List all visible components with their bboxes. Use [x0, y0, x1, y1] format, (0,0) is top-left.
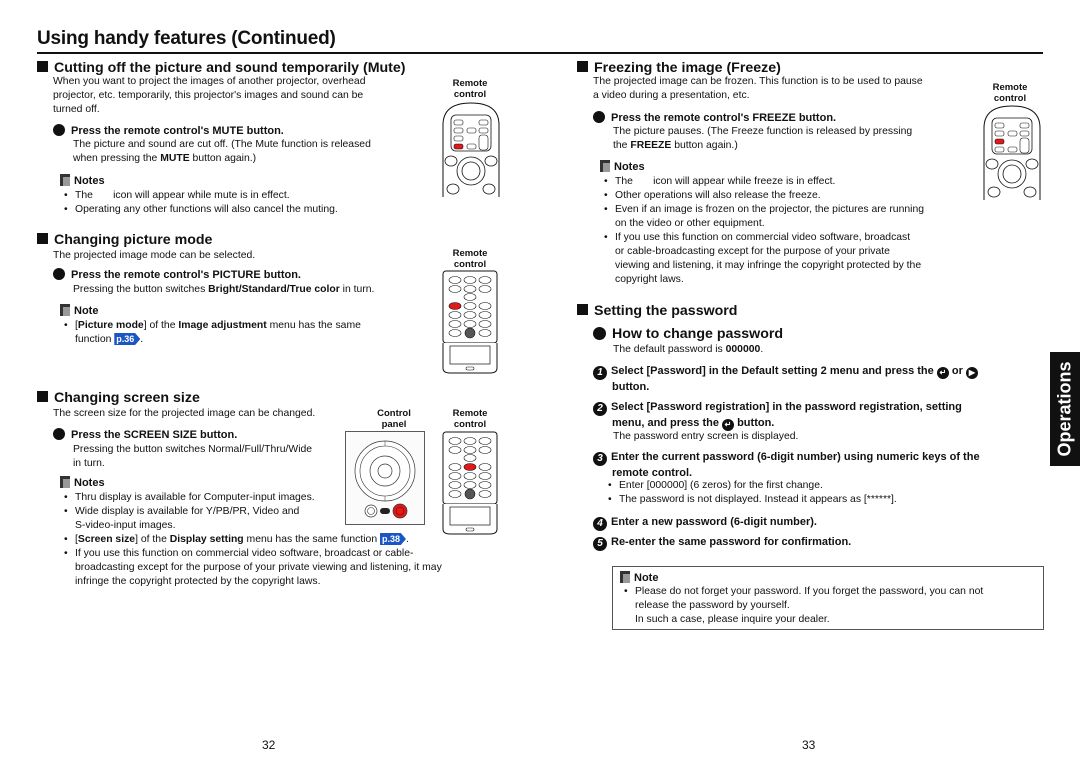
step-number-icon: 3 [593, 452, 607, 466]
notes-icon [600, 160, 610, 172]
section-heading-screen-size: Changing screen size [37, 390, 200, 406]
square-bullet-icon [37, 61, 48, 72]
page-number-right: 33 [802, 738, 816, 752]
page-reference-link[interactable]: p.38 [379, 533, 406, 545]
screen-notes-list: Thru display is available for Computer-i… [62, 491, 352, 533]
remote-control-figure-screen [440, 431, 500, 535]
password-step-4: 4 Enter a new password (6-digit number). [593, 515, 817, 531]
password-step-5: 5 Re-enter the same password for confirma… [593, 535, 851, 551]
list-item: Please do not forget your password. If y… [622, 585, 1042, 627]
list-item: The icon will appear while freeze is in … [602, 175, 972, 189]
picture-step-desc: Pressing the button switches Bright/Stan… [73, 284, 375, 295]
mute-step: Press the remote control's MUTE button. [53, 124, 284, 138]
square-bullet-icon [37, 391, 48, 402]
freeze-intro: The projected image can be frozen. This … [593, 76, 923, 101]
page-title: Using handy features (Continued) [37, 28, 336, 49]
list-item: [Picture mode] of the Image adjustment m… [62, 319, 422, 347]
step-number-icon: 5 [593, 537, 607, 551]
freeze-step: Press the remote control's FREEZE button… [593, 111, 836, 125]
section-heading-password: Setting the password [577, 303, 737, 319]
right-arrow-button-icon: ▶ [965, 367, 978, 379]
list-item: The password is not displayed. Instead i… [606, 493, 1036, 507]
password-step-2-desc: The password entry screen is displayed. [613, 431, 799, 442]
list-item: Wide display is available for Y/PB/PR, V… [62, 505, 352, 533]
control-panel-figure [345, 431, 425, 525]
title-rule [37, 52, 1043, 54]
screen-intro: The screen size for the projected image … [53, 408, 316, 419]
section-heading-picture-mode: Changing picture mode [37, 232, 212, 248]
step-bullet-icon [53, 124, 65, 136]
screen-step-desc: Pressing the button switches Normal/Full… [73, 444, 313, 469]
page-reference-link[interactable]: p.36 [114, 333, 141, 345]
remote-control-figure-freeze [982, 104, 1042, 200]
remote-control-figure-picture [440, 270, 500, 374]
notes-icon [60, 174, 70, 186]
screen-notes-list-continued: [Screen size] of the Display setting men… [62, 533, 502, 589]
step-bullet-icon [53, 268, 65, 280]
default-password-text: The default password is 000000. [613, 344, 764, 355]
step-number-icon: 1 [593, 366, 607, 380]
list-item: Even if an image is frozen on the projec… [602, 203, 972, 231]
list-item: Operating any other functions will also … [62, 203, 422, 217]
section-tab-operations: Operations [1050, 352, 1080, 466]
step-bullet-icon [593, 111, 605, 123]
password-note-list: Please do not forget your password. If y… [622, 585, 1042, 627]
figure-label-remote: Remote control [452, 78, 488, 100]
list-item: Enter [000000] (6 zeros) for the first c… [606, 479, 1036, 493]
notes-icon [620, 571, 630, 583]
mute-step-desc: The picture and sound are cut off. (The … [73, 139, 371, 164]
list-item: Thru display is available for Computer-i… [62, 491, 352, 505]
square-bullet-icon [577, 61, 588, 72]
picture-intro: The projected image mode can be selected… [53, 250, 256, 261]
figure-label-remote: Remote control [452, 248, 488, 270]
mute-notes-list: The icon will appear while mute is in ef… [62, 189, 422, 217]
figure-label-remote: Remote control [452, 408, 488, 430]
notes-icon [60, 476, 70, 488]
picture-step: Press the remote control's PICTURE butto… [53, 268, 301, 282]
password-step-3: 3 Enter the current password (6-digit num… [593, 450, 1053, 480]
step-number-icon: 4 [593, 517, 607, 531]
step-number-icon: 2 [593, 402, 607, 416]
list-item: If you use this function on commercial v… [62, 547, 502, 589]
screen-notes-heading: Notes [60, 476, 105, 489]
picture-note-heading: Note [60, 304, 98, 317]
freeze-step-desc: The picture pauses. (The Freeze function… [613, 126, 913, 151]
square-bullet-icon [577, 304, 588, 315]
square-bullet-icon [37, 233, 48, 244]
figure-label-remote: Remote control [992, 82, 1028, 104]
password-step-3-bullets: Enter [000000] (6 zeros) for the first c… [606, 479, 1036, 507]
mute-notes-heading: Notes [60, 174, 105, 187]
list-item: If you use this function on commercial v… [602, 231, 972, 287]
enter-button-icon: ↵ [936, 367, 949, 379]
password-step-1: 1 Select [Password] in the Default settin… [593, 364, 1043, 394]
screen-step: Press the SCREEN SIZE button. [53, 428, 237, 442]
notes-icon [60, 304, 70, 316]
subheading-change-password: How to change password [593, 326, 783, 342]
list-item: [Screen size] of the Display setting men… [62, 533, 502, 547]
mute-intro: When you want to project the images of a… [53, 76, 366, 115]
list-item: Other operations will also release the f… [602, 189, 972, 203]
picture-notes-list: [Picture mode] of the Image adjustment m… [62, 319, 422, 347]
freeze-notes-list: The icon will appear while freeze is in … [602, 175, 972, 287]
step-bullet-icon [53, 428, 65, 440]
page-number-left: 32 [262, 738, 276, 752]
password-step-2: 2 Select [Password registration] in the p… [593, 400, 1043, 431]
section-heading-freeze: Freezing the image (Freeze) [577, 60, 781, 76]
list-item: The icon will appear while mute is in ef… [62, 189, 422, 203]
password-note-heading: Note [620, 571, 658, 584]
remote-control-figure-mute [441, 101, 501, 197]
freeze-notes-heading: Notes [600, 160, 645, 173]
step-bullet-icon [593, 327, 606, 340]
figure-label-control-panel: Control panel [377, 408, 411, 430]
section-heading-mute: Cutting off the picture and sound tempor… [37, 60, 406, 76]
